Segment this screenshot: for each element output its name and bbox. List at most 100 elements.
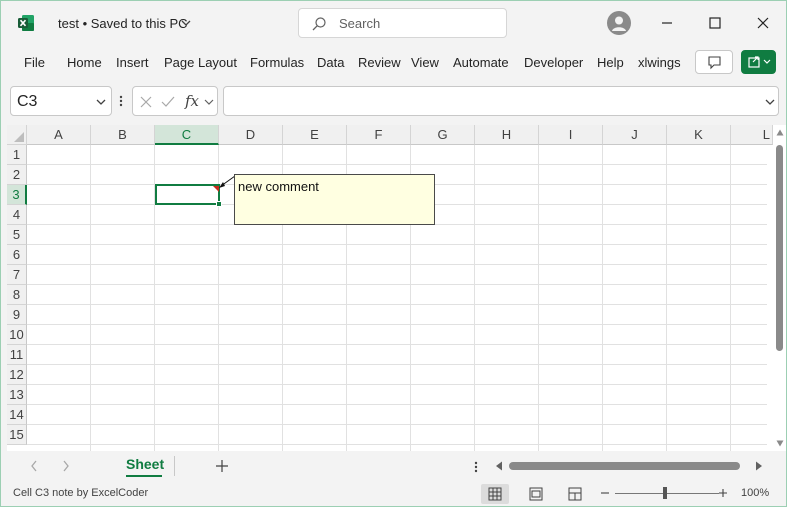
row-header[interactable]: 2: [7, 165, 27, 185]
tab-data[interactable]: Data: [317, 55, 344, 70]
row-header[interactable]: 1: [7, 145, 27, 165]
scroll-right-icon[interactable]: [755, 461, 763, 471]
vertical-scroll-thumb[interactable]: [776, 145, 783, 351]
formula-controls: fx: [132, 86, 218, 116]
row-header[interactable]: 6: [7, 245, 27, 265]
comment-text[interactable]: new comment: [238, 179, 319, 194]
tab-review[interactable]: Review: [358, 55, 401, 70]
row-header[interactable]: 11: [7, 345, 27, 365]
more-options-icon[interactable]: [473, 460, 479, 474]
minimize-icon[interactable]: [656, 12, 678, 34]
title-bar: test • Saved to this PC Search: [1, 1, 786, 45]
search-icon: [312, 17, 326, 31]
row-header[interactable]: 9: [7, 305, 27, 325]
tab-page-layout[interactable]: Page Layout: [164, 55, 237, 70]
close-icon[interactable]: [752, 12, 774, 34]
row-header[interactable]: 15: [7, 425, 27, 445]
row-header[interactable]: 10: [7, 325, 27, 345]
tab-automate[interactable]: Automate: [453, 55, 509, 70]
more-options-icon[interactable]: [118, 94, 124, 108]
row-header[interactable]: 7: [7, 265, 27, 285]
scroll-down-icon[interactable]: [776, 440, 784, 447]
scroll-up-icon[interactable]: [776, 129, 784, 136]
page-layout-icon: [529, 487, 543, 501]
normal-view-button[interactable]: [481, 484, 509, 504]
share-button[interactable]: [741, 50, 776, 74]
insert-function-icon[interactable]: fx: [185, 92, 199, 110]
cancel-icon[interactable]: [139, 95, 153, 109]
column-header[interactable]: D: [219, 125, 283, 145]
page-break-view-button[interactable]: [561, 484, 589, 504]
horizontal-scroll-thumb[interactable]: [509, 462, 740, 470]
column-header[interactable]: K: [667, 125, 731, 145]
zoom-out-icon[interactable]: [599, 487, 611, 499]
grid-view-icon: [488, 487, 502, 501]
divider: [174, 456, 175, 476]
vertical-scrollbar[interactable]: [773, 125, 786, 451]
tab-help[interactable]: Help: [597, 55, 624, 70]
add-sheet-icon[interactable]: [215, 459, 229, 473]
sheet-tab-bar: Sheet: [1, 451, 786, 481]
fill-handle[interactable]: [216, 201, 222, 207]
row-header[interactable]: 8: [7, 285, 27, 305]
chevron-left-icon[interactable]: [29, 459, 39, 473]
chevron-right-icon[interactable]: [61, 459, 71, 473]
column-header[interactable]: L: [731, 125, 773, 145]
page-break-icon: [568, 487, 582, 501]
tab-xlwings[interactable]: xlwings: [638, 55, 681, 70]
tab-formulas[interactable]: Formulas: [250, 55, 304, 70]
tab-file[interactable]: File: [24, 55, 45, 70]
row-header[interactable]: 13: [7, 385, 27, 405]
column-header[interactable]: B: [91, 125, 155, 145]
expand-formula-icon[interactable]: [764, 97, 776, 107]
row-header[interactable]: 4: [7, 205, 27, 225]
maximize-icon[interactable]: [704, 12, 726, 34]
chevron-down-icon[interactable]: [180, 17, 192, 29]
tab-view[interactable]: View: [411, 55, 439, 70]
zoom-slider[interactable]: [615, 493, 719, 494]
tab-insert[interactable]: Insert: [116, 55, 149, 70]
row-header-active[interactable]: 3: [7, 185, 27, 205]
search-box[interactable]: Search: [298, 8, 507, 38]
formula-input[interactable]: [223, 86, 779, 116]
status-message: Cell C3 note by ExcelCoder: [13, 487, 149, 499]
chevron-down-icon[interactable]: [204, 98, 214, 106]
sheet-tab-underline: [126, 475, 162, 477]
row-header[interactable]: 5: [7, 225, 27, 245]
column-header[interactable]: H: [475, 125, 539, 145]
worksheet-grid[interactable]: A B C D E F G H I J K L 1 2 3 4 5 6 7 8 …: [7, 125, 786, 451]
comment-icon: [708, 56, 721, 70]
person-icon: [612, 16, 626, 31]
select-all-icon: [14, 132, 24, 142]
comments-button[interactable]: [695, 50, 733, 74]
comment-note-box[interactable]: new comment: [234, 174, 435, 225]
column-header[interactable]: E: [283, 125, 347, 145]
select-all-corner[interactable]: [7, 125, 27, 145]
excel-logo-icon[interactable]: [17, 14, 35, 32]
scroll-left-icon[interactable]: [495, 461, 503, 471]
enter-check-icon[interactable]: [160, 95, 176, 109]
column-header[interactable]: A: [27, 125, 91, 145]
excel-window: test • Saved to this PC Search File Home…: [0, 0, 787, 507]
selected-cell-c3[interactable]: [155, 184, 220, 205]
zoom-in-icon[interactable]: [717, 487, 729, 499]
column-header[interactable]: J: [603, 125, 667, 145]
page-layout-view-button[interactable]: [522, 484, 550, 504]
column-header[interactable]: F: [347, 125, 411, 145]
name-box-value: C3: [17, 93, 38, 110]
account-avatar[interactable]: [607, 11, 631, 35]
chevron-down-icon[interactable]: [95, 97, 107, 107]
tab-developer[interactable]: Developer: [524, 55, 583, 70]
ribbon-tabs: File Home Insert Page Layout Formulas Da…: [1, 45, 786, 79]
document-title[interactable]: test • Saved to this PC: [58, 16, 188, 31]
sheet-tab-active[interactable]: Sheet: [126, 456, 164, 472]
column-header[interactable]: I: [539, 125, 603, 145]
row-header[interactable]: 12: [7, 365, 27, 385]
name-box[interactable]: C3: [10, 86, 112, 116]
zoom-level[interactable]: 100%: [741, 487, 769, 499]
row-header[interactable]: 14: [7, 405, 27, 425]
zoom-slider-thumb[interactable]: [663, 487, 667, 499]
tab-home[interactable]: Home: [67, 55, 102, 70]
column-header-active[interactable]: C: [155, 125, 219, 145]
column-header[interactable]: G: [411, 125, 475, 145]
